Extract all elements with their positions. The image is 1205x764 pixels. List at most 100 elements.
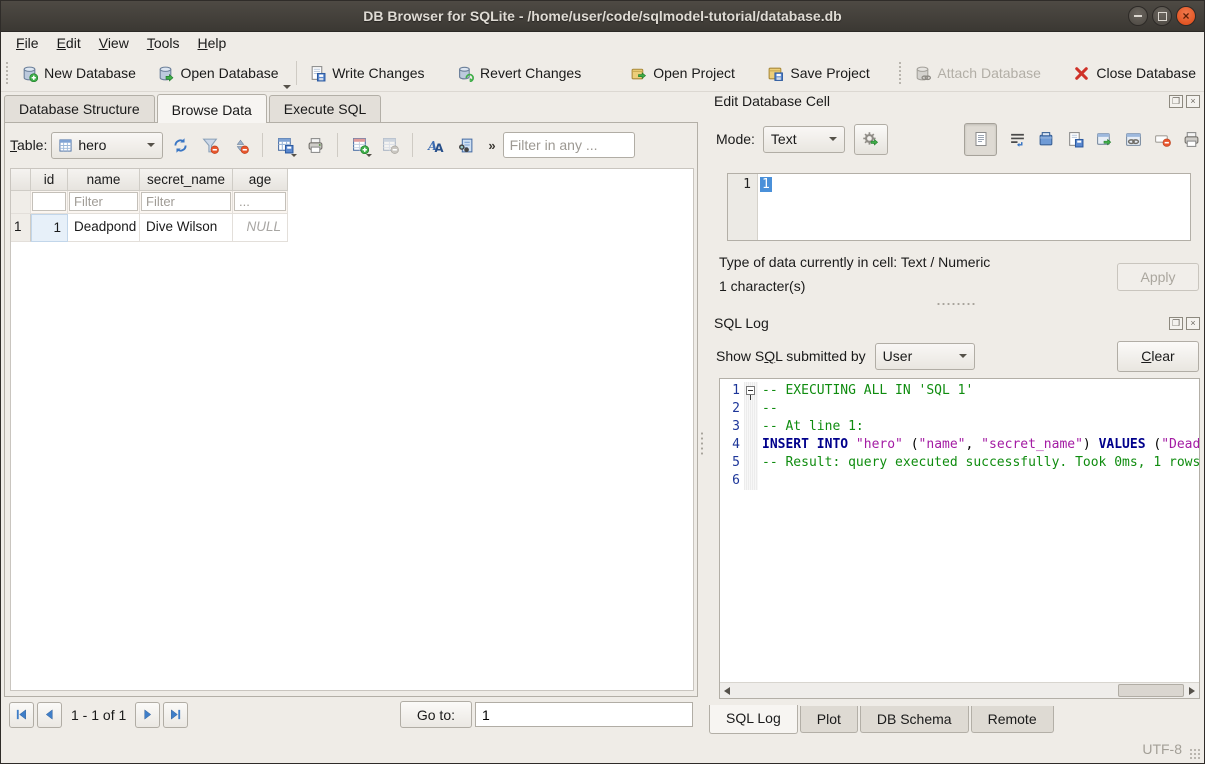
last-record-button[interactable] bbox=[163, 702, 188, 728]
menu-edit[interactable]: Edit bbox=[48, 33, 90, 53]
print-table-button[interactable] bbox=[302, 132, 328, 158]
menu-file[interactable]: File bbox=[7, 33, 48, 53]
export-table-button[interactable] bbox=[272, 132, 298, 158]
filter-input-age[interactable] bbox=[234, 192, 286, 211]
column-header-age[interactable]: age bbox=[233, 169, 288, 191]
mode-label: Mode: bbox=[716, 131, 755, 147]
edit-cell-dock-titlebar: Edit Database Cell ❐ × bbox=[714, 93, 1200, 109]
link-icon[interactable] bbox=[1125, 131, 1142, 148]
cell-type-label: Type of data currently in cell: Text / N… bbox=[719, 254, 990, 270]
new-database-button[interactable]: New Database bbox=[13, 60, 144, 87]
tab-db-schema[interactable]: DB Schema bbox=[860, 706, 969, 733]
tab-sql-log[interactable]: SQL Log bbox=[709, 705, 798, 734]
word-wrap-icon[interactable] bbox=[1009, 131, 1026, 148]
tab-execute-sql[interactable]: Execute SQL bbox=[269, 95, 382, 122]
fold-collapse-icon[interactable] bbox=[746, 386, 755, 395]
open-database-dropdown-icon[interactable] bbox=[283, 85, 291, 89]
cell-name[interactable]: Deadpond bbox=[68, 214, 140, 242]
clear-filter-icon bbox=[202, 137, 219, 154]
panel-splitter-handle[interactable] bbox=[700, 431, 704, 457]
cell-secret-name[interactable]: Dive Wilson bbox=[140, 214, 233, 242]
auto-switch-mode-button[interactable] bbox=[854, 124, 888, 155]
float-panel-icon[interactable]: ❐ bbox=[1169, 317, 1183, 330]
open-database-button[interactable]: Open Database bbox=[149, 60, 286, 87]
maximize-button[interactable] bbox=[1152, 6, 1172, 26]
filter-input-id[interactable] bbox=[32, 192, 66, 211]
set-null-icon[interactable] bbox=[1154, 131, 1171, 148]
apply-button[interactable]: Apply bbox=[1117, 263, 1199, 291]
next-record-button[interactable] bbox=[135, 702, 160, 728]
close-database-button[interactable]: Close Database bbox=[1065, 60, 1204, 87]
column-header-id[interactable]: id bbox=[31, 169, 68, 191]
find-in-table-button[interactable] bbox=[452, 132, 478, 158]
database-open-icon bbox=[157, 65, 174, 82]
sql-source-select[interactable]: User bbox=[875, 343, 975, 370]
goto-button[interactable]: Go to: bbox=[400, 701, 472, 728]
refresh-button[interactable] bbox=[167, 132, 193, 158]
cell-age[interactable]: NULL bbox=[233, 214, 288, 242]
close-panel-icon[interactable]: × bbox=[1186, 317, 1200, 330]
svg-text:A: A bbox=[434, 140, 443, 153]
log-line: 5 -- Result: query executed successfully… bbox=[720, 454, 1199, 472]
import-data-button[interactable] bbox=[1038, 131, 1055, 148]
edit-display-format-button[interactable]: AA bbox=[422, 132, 448, 158]
text-mode-button[interactable] bbox=[964, 123, 997, 156]
float-panel-icon[interactable]: ❐ bbox=[1169, 95, 1183, 108]
scroll-left-icon[interactable] bbox=[720, 684, 734, 697]
save-project-button[interactable]: Save Project bbox=[759, 60, 877, 87]
export-data-icon[interactable] bbox=[1067, 131, 1084, 148]
revert-changes-button[interactable]: Revert Changes bbox=[449, 60, 589, 87]
column-header-secret-name[interactable]: secret_name bbox=[140, 169, 233, 191]
clear-log-button[interactable]: Clear bbox=[1117, 341, 1199, 372]
clear-filters-button[interactable] bbox=[197, 132, 223, 158]
first-record-button[interactable] bbox=[9, 702, 34, 728]
log-line: 1 -- EXECUTING ALL IN 'SQL 1' bbox=[720, 382, 1199, 400]
refresh-icon bbox=[172, 137, 189, 154]
mode-select[interactable]: Text bbox=[763, 126, 845, 153]
tab-browse-data[interactable]: Browse Data bbox=[157, 94, 267, 123]
cell-id[interactable]: 1 bbox=[31, 214, 68, 242]
open-project-button[interactable]: Open Project bbox=[622, 60, 743, 87]
clear-sorting-button[interactable] bbox=[227, 132, 253, 158]
filter-input-secret-name[interactable] bbox=[141, 192, 231, 211]
sql-log-controls: Show SQL submitted by User Clear bbox=[716, 341, 1200, 371]
previous-record-button[interactable] bbox=[37, 702, 62, 728]
write-changes-button[interactable]: Write Changes bbox=[301, 60, 432, 87]
log-horizontal-scrollbar[interactable] bbox=[720, 682, 1199, 698]
filter-any-column-input[interactable] bbox=[503, 132, 635, 158]
filter-input-name[interactable] bbox=[69, 192, 138, 211]
maximize-icon bbox=[1158, 12, 1167, 21]
font-format-icon: AA bbox=[427, 137, 444, 154]
scroll-right-icon[interactable] bbox=[1185, 684, 1199, 697]
toolbar-drag-handle[interactable] bbox=[5, 61, 9, 85]
close-panel-icon[interactable]: × bbox=[1186, 95, 1200, 108]
tab-database-structure[interactable]: Database Structure bbox=[4, 95, 155, 122]
resize-grip[interactable] bbox=[1189, 748, 1201, 760]
cell-editor-content[interactable]: 1 bbox=[760, 177, 772, 192]
write-changes-icon bbox=[309, 65, 326, 82]
table-select[interactable]: hero bbox=[51, 132, 163, 159]
tab-plot[interactable]: Plot bbox=[800, 706, 858, 733]
open-in-window-icon[interactable] bbox=[1096, 131, 1113, 148]
close-button[interactable]: × bbox=[1176, 6, 1196, 26]
previous-record-icon bbox=[43, 708, 56, 721]
show-sql-label: Show SQL submitted by bbox=[716, 348, 866, 364]
goto-record-input[interactable] bbox=[475, 702, 693, 727]
tab-remote[interactable]: Remote bbox=[971, 706, 1054, 733]
menu-view[interactable]: View bbox=[90, 33, 138, 53]
menu-tools[interactable]: Tools bbox=[138, 33, 189, 53]
row-header[interactable]: 1 bbox=[11, 214, 31, 242]
toolbar-overflow-button[interactable]: » bbox=[488, 138, 495, 153]
insert-record-button[interactable] bbox=[347, 132, 373, 158]
cell-editor[interactable]: 1 1 bbox=[727, 173, 1191, 241]
column-header-name[interactable]: name bbox=[68, 169, 140, 191]
scrollbar-thumb[interactable] bbox=[1118, 684, 1184, 697]
menu-help[interactable]: Help bbox=[189, 33, 236, 53]
sql-log-view[interactable]: 1 -- EXECUTING ALL IN 'SQL 1' 2 -- 3 -- … bbox=[719, 378, 1200, 699]
minimize-button[interactable] bbox=[1128, 6, 1148, 26]
print-cell-icon[interactable] bbox=[1183, 131, 1200, 148]
toolbar-drag-handle-2[interactable] bbox=[898, 61, 902, 85]
delete-record-button[interactable] bbox=[377, 132, 403, 158]
title-bar[interactable]: DB Browser for SQLite - /home/user/code/… bbox=[1, 1, 1204, 32]
dock-splitter-handle[interactable] bbox=[936, 302, 976, 306]
